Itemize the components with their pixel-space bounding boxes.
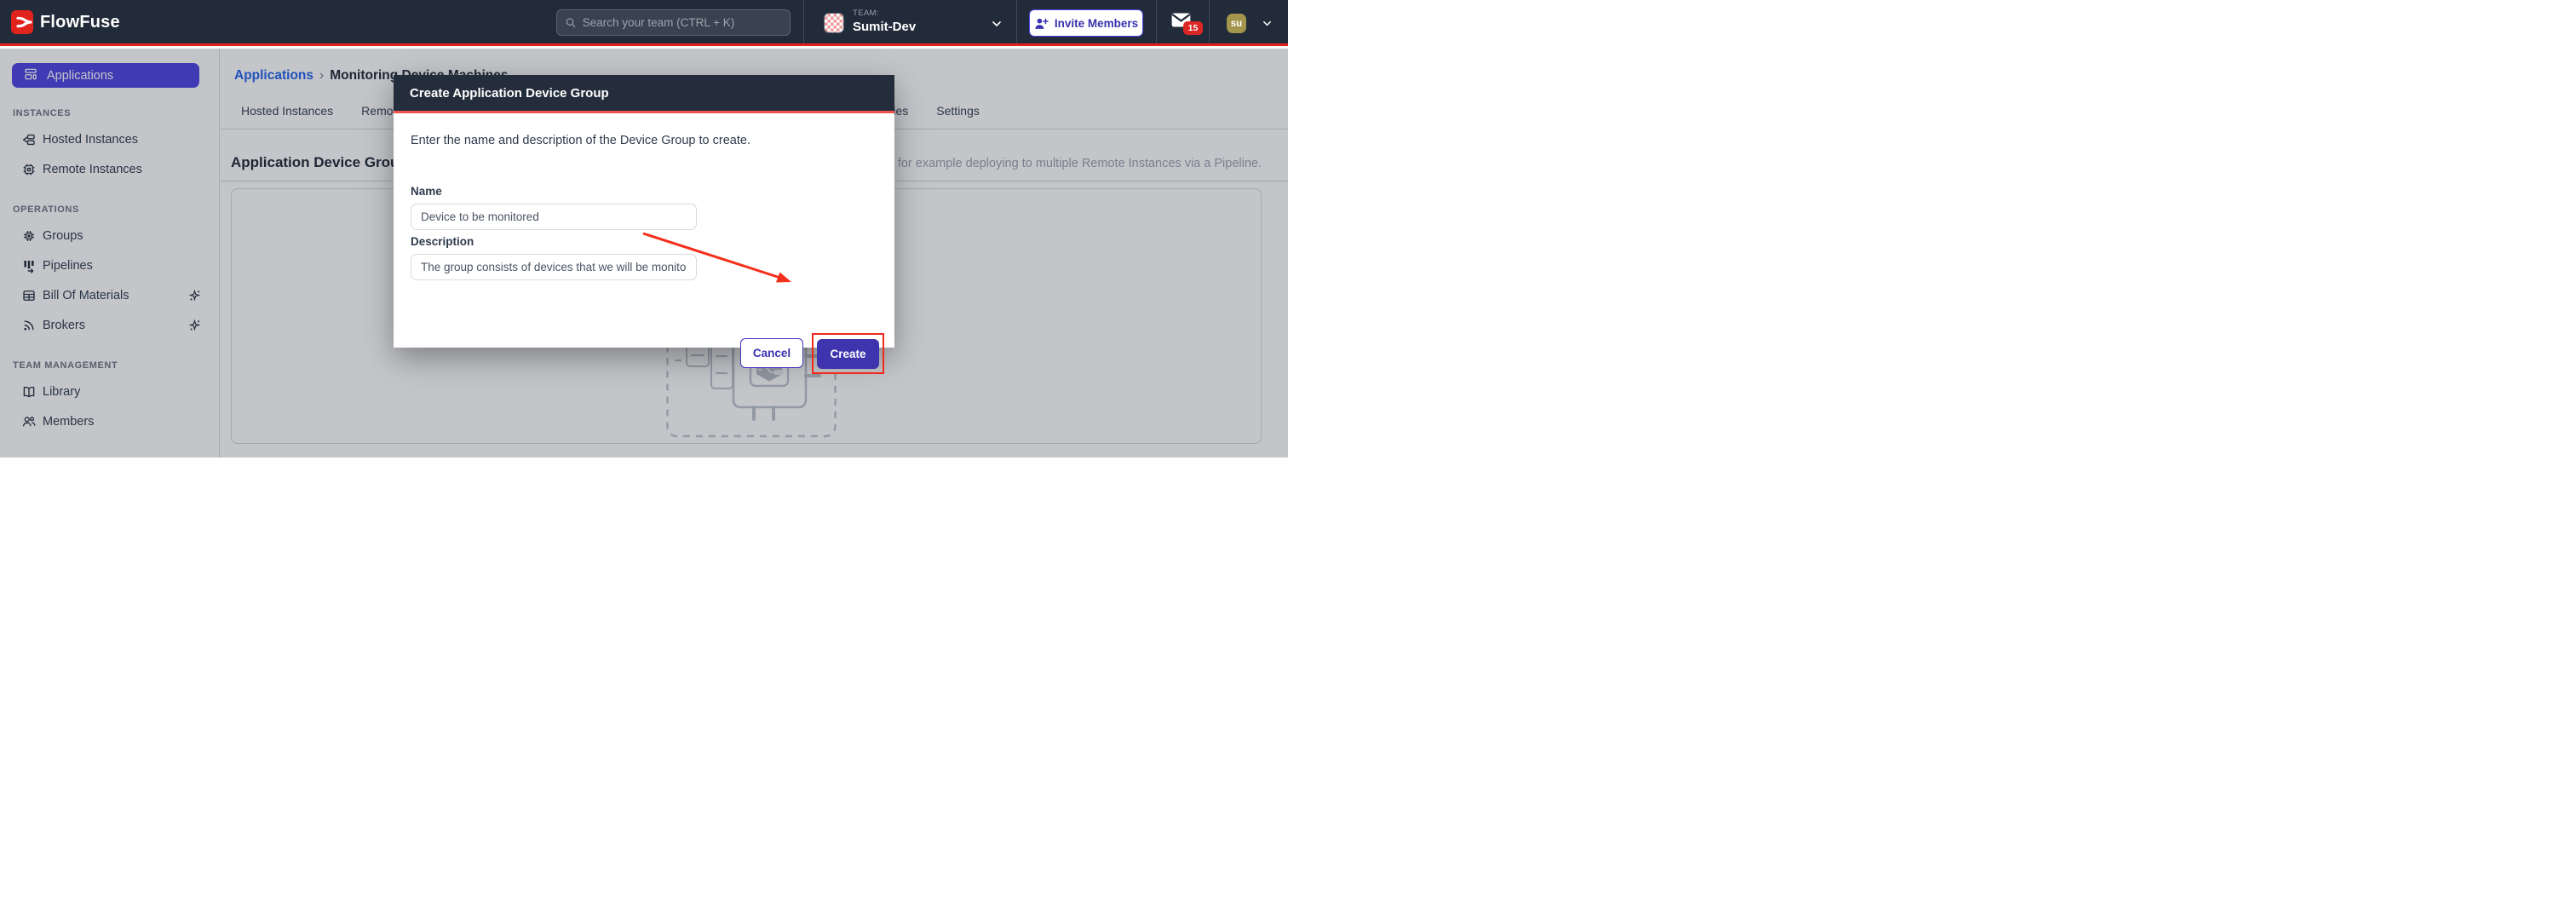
create-button[interactable]: Create xyxy=(817,339,879,369)
modal-header: Create Application Device Group xyxy=(394,75,894,113)
invite-members-button[interactable]: Invite Members xyxy=(1029,9,1143,37)
name-input[interactable] xyxy=(411,204,697,230)
team-selector[interactable]: TEAM: Sumit-Dev xyxy=(853,9,916,34)
notifications-button[interactable]: 15 xyxy=(1171,13,1205,38)
navbar-divider xyxy=(803,0,804,43)
cancel-button[interactable]: Cancel xyxy=(740,338,803,368)
invite-members-label: Invite Members xyxy=(1055,17,1138,30)
team-search[interactable] xyxy=(556,9,791,36)
flowfuse-logo[interactable]: FlowFuse xyxy=(11,10,120,34)
team-name: Sumit-Dev xyxy=(853,20,916,34)
team-label: TEAM: xyxy=(853,9,916,18)
navbar-divider xyxy=(1016,0,1017,43)
notification-count-badge: 15 xyxy=(1183,21,1203,35)
search-input[interactable] xyxy=(583,16,782,29)
create-device-group-modal: Create Application Device Group Enter th… xyxy=(394,75,894,348)
name-field-label: Name xyxy=(411,185,877,198)
navbar-divider xyxy=(1209,0,1210,43)
description-input[interactable] xyxy=(411,254,697,280)
team-avatar[interactable] xyxy=(825,14,843,32)
modal-body: Enter the name and description of the De… xyxy=(394,113,894,345)
flowfuse-logo-icon xyxy=(11,10,33,34)
team-chevron-down-icon[interactable] xyxy=(990,17,1003,31)
navbar-divider xyxy=(1156,0,1157,43)
top-navbar: FlowFuse TEAM: Sumit-Dev Invite Members … xyxy=(0,0,1288,46)
person-plus-icon xyxy=(1034,17,1049,30)
modal-title: Create Application Device Group xyxy=(410,86,609,101)
modal-intro-text: Enter the name and description of the De… xyxy=(411,134,877,147)
description-field-label: Description xyxy=(411,235,877,248)
create-button-highlight-box: Create xyxy=(812,333,884,374)
search-icon xyxy=(565,16,577,29)
brand-name: FlowFuse xyxy=(40,13,120,32)
user-avatar[interactable]: su xyxy=(1227,14,1246,33)
user-menu-chevron-down-icon[interactable] xyxy=(1261,17,1274,30)
